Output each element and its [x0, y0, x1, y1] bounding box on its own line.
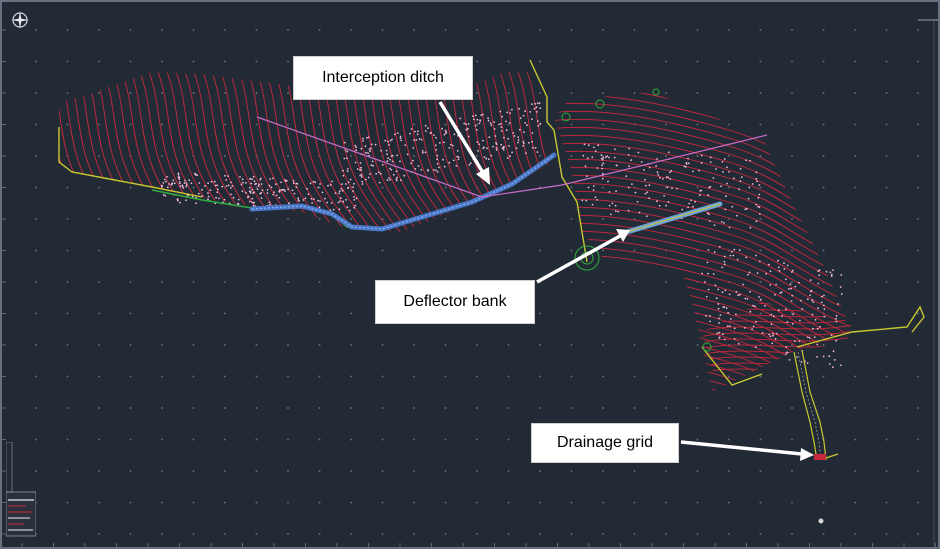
cad-viewport[interactable]: Interception ditch Deflector bank Draina… — [0, 0, 940, 549]
contour-lines-south — [702, 302, 852, 376]
marker-dot — [818, 518, 824, 524]
interception-ditch — [249, 152, 557, 232]
deflector-bank-label: Deflector bank — [375, 280, 535, 324]
alignment-line-west — [256, 116, 483, 198]
drainage-channel-center — [797, 351, 822, 461]
drainage-grid-label: Drainage grid — [531, 423, 679, 463]
site-boundary-middle — [553, 129, 588, 263]
interception-ditch-label: Interception ditch — [293, 56, 473, 100]
compass-icon[interactable] — [10, 10, 30, 30]
drainage-grid-symbol — [814, 453, 839, 460]
ucs-icon — [6, 442, 36, 537]
interception-ditch-edge — [251, 154, 555, 230]
arrow-drainage — [680, 440, 814, 461]
